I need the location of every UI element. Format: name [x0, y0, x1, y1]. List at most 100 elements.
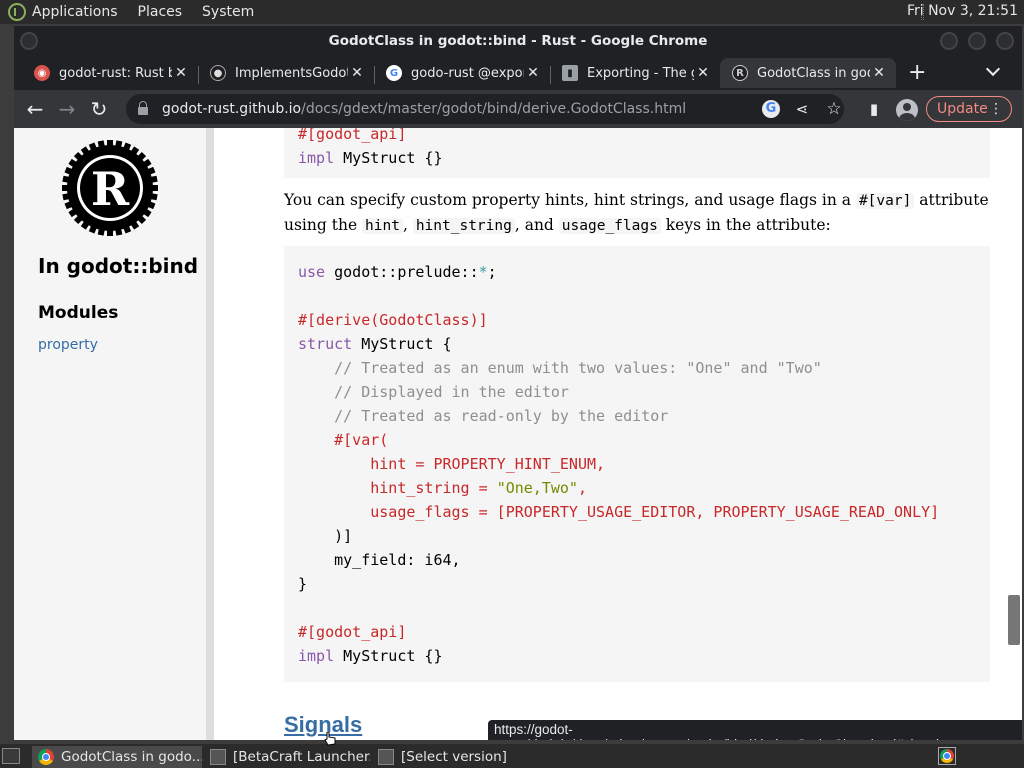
docs-main: #[godot_api] impl MyStruct {} You can sp…: [214, 128, 1004, 740]
code-line: usage_flags = [PROPERTY_USAGE_EDITOR, PR…: [298, 503, 940, 521]
app-window-icon: [210, 749, 226, 765]
chrome-icon: [38, 749, 54, 765]
share-icon[interactable]: ⋖: [792, 99, 812, 119]
description-paragraph: You can specify custom property hints, h…: [284, 191, 989, 234]
rust-logo-icon[interactable]: R: [60, 138, 160, 238]
forward-icon[interactable]: →: [56, 98, 78, 120]
sidebar-crate-title[interactable]: In godot::bind: [38, 254, 198, 278]
owl-icon: ◉: [34, 65, 50, 81]
code-block-example: use godot::prelude::*; #[derive(GodotCla…: [284, 246, 990, 682]
code-line: #[derive(GodotClass)]: [298, 311, 488, 329]
code-block-top: #[godot_api] impl MyStruct {}: [284, 128, 990, 178]
close-tab-icon[interactable]: ✕: [524, 65, 542, 81]
google-icon: G: [386, 65, 402, 81]
window-title: GodotClass in godot::bind - Rust - Googl…: [328, 33, 708, 49]
maximize-icon[interactable]: [968, 32, 986, 50]
minimize-icon[interactable]: [940, 32, 958, 50]
close-tab-icon[interactable]: ✕: [870, 65, 888, 81]
book-icon: ▮: [562, 65, 578, 81]
page-content: R In godot::bind Modules property #[godo…: [14, 128, 1022, 740]
tab-godot-rust[interactable]: ◉ godot-rust: Rust bi ✕: [22, 58, 198, 88]
lock-icon[interactable]: [138, 101, 148, 115]
code-line: #[godot_api]: [298, 623, 407, 641]
scrollbar-track[interactable]: [1006, 128, 1022, 740]
code-line: struct MyStruct {: [298, 335, 452, 353]
inline-code: hint_string: [412, 218, 515, 234]
tab-title: godot-rust: Rust bi: [59, 65, 172, 81]
code-line: impl MyStruct {}: [298, 149, 443, 167]
tab-title: ImplementsGodotE: [235, 65, 348, 81]
menu-applications[interactable]: Applications: [32, 4, 118, 20]
system-panel: Applications Places System Fri Nov 3, 21…: [0, 0, 1024, 24]
taskbar-item-select-version[interactable]: [Select version]: [372, 746, 538, 768]
window-menu-icon[interactable]: [20, 32, 38, 50]
browser-window: GodotClass in godot::bind - Rust - Googl…: [14, 26, 1022, 740]
app-window-icon: [378, 749, 394, 765]
close-tab-icon[interactable]: ✕: [172, 65, 190, 81]
update-label: Update: [937, 101, 988, 117]
scrollbar-thumb[interactable]: [1008, 595, 1020, 645]
browser-toolbar: ← → ↻ godot-rust.github.io/docs/gdext/ma…: [14, 90, 1022, 128]
close-tab-icon[interactable]: ✕: [694, 65, 712, 81]
taskbar-item-chrome[interactable]: GodotClass in godo...: [32, 746, 202, 768]
system-logo-icon[interactable]: [8, 3, 26, 21]
menu-system[interactable]: System: [202, 4, 254, 20]
code-line: use godot::prelude::*;: [298, 263, 497, 281]
code-line: hint = PROPERTY_HINT_ENUM,: [298, 455, 606, 473]
tab-implements-godot[interactable]: ● ImplementsGodotE ✕: [198, 58, 374, 88]
menu-places[interactable]: Places: [138, 4, 183, 20]
side-panel-icon[interactable]: ▮: [864, 99, 884, 119]
code-line: #[godot_api]: [298, 128, 407, 143]
back-icon[interactable]: ←: [24, 98, 46, 120]
tab-title: GodotClass in godo: [757, 65, 870, 81]
taskbar-item-label: [Select version]: [401, 749, 507, 765]
show-desktop-icon[interactable]: [2, 748, 20, 764]
close-window-icon[interactable]: [996, 32, 1014, 50]
tab-godotclass-active[interactable]: R GodotClass in godo ✕: [720, 58, 896, 88]
code-line: // Treated as read-only by the editor: [298, 407, 669, 425]
new-tab-icon[interactable]: +: [908, 60, 926, 85]
chevron-down-icon[interactable]: [985, 61, 1001, 77]
inline-code: usage_flags: [558, 218, 661, 234]
mouse-pointer-icon: [324, 732, 336, 746]
link-status-bubble: https://godot-rust.github.io/docs/gdext/…: [488, 720, 1022, 740]
tab-title: Exporting - The gd: [587, 65, 694, 81]
sidebar-module-link[interactable]: property: [38, 337, 98, 353]
docs-sidebar: R In godot::bind Modules property: [14, 128, 206, 740]
rust-icon: R: [732, 65, 748, 81]
code-line: hint_string = "One,Two",: [298, 479, 587, 497]
code-line: my_field: i64,: [298, 551, 461, 569]
sidebar-modules-heading[interactable]: Modules: [38, 303, 118, 323]
google-lens-icon[interactable]: G: [762, 100, 780, 118]
tab-title: godo-rust @export: [411, 65, 524, 81]
bookmark-star-icon[interactable]: ☆: [824, 99, 844, 119]
tab-godo-rust-export[interactable]: G godo-rust @export ✕: [374, 58, 550, 88]
taskbar-item-betacraft[interactable]: [BetaCraft Launcher...: [204, 746, 370, 768]
sidebar-resizer[interactable]: [206, 128, 214, 740]
tab-strip: ◉ godot-rust: Rust bi ✕ ● ImplementsGodo…: [14, 56, 1022, 90]
tray-chrome-icon[interactable]: [938, 747, 956, 765]
clock[interactable]: Fri Nov 3, 21:51: [907, 3, 1018, 19]
github-icon: ●: [210, 65, 226, 81]
update-button[interactable]: Update ⋮: [926, 96, 1012, 122]
profile-avatar-icon[interactable]: [896, 99, 918, 121]
tab-exporting[interactable]: ▮ Exporting - The gd ✕: [550, 58, 720, 88]
reload-icon[interactable]: ↻: [88, 98, 110, 120]
url-path: /docs/gdext/master/godot/bind/derive.God…: [301, 101, 687, 117]
taskbar-item-label: GodotClass in godo...: [61, 749, 202, 765]
address-bar[interactable]: godot-rust.github.io/docs/gdext/master/g…: [126, 94, 844, 124]
more-menu-icon[interactable]: ⋮: [989, 97, 1003, 121]
taskbar-item-label: [BetaCraft Launcher...: [233, 749, 370, 765]
code-line: }: [298, 575, 308, 593]
close-tab-icon[interactable]: ✕: [348, 65, 366, 81]
code-line: // Displayed in the editor: [298, 383, 569, 401]
inline-code: #[var]: [855, 193, 915, 209]
taskbar: GodotClass in godo... [BetaCraft Launche…: [0, 744, 1024, 768]
svg-text:R: R: [91, 162, 130, 216]
code-line: // Treated as an enum with two values: "…: [298, 359, 822, 377]
code-line: impl MyStruct {}: [298, 647, 443, 665]
window-titlebar: GodotClass in godot::bind - Rust - Googl…: [14, 26, 1022, 56]
code-line: #[var(: [298, 431, 389, 449]
